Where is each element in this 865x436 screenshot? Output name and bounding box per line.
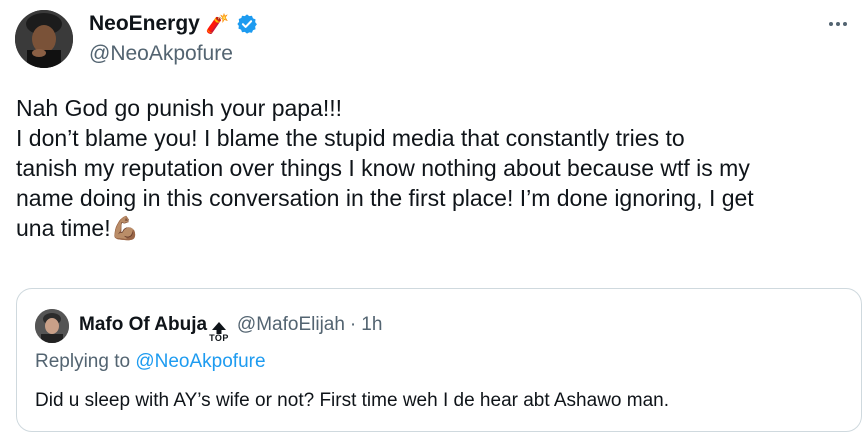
quoted-tweet-text: Did u sleep with AY’s wife or not? First… <box>35 390 669 411</box>
quoted-timestamp[interactable]: 1h <box>361 314 382 336</box>
tweet-line-text: una time! <box>16 215 111 241</box>
quoted-handle[interactable]: @MafoElijah <box>237 314 345 336</box>
author-handle[interactable]: @NeoAkpofure <box>89 42 233 66</box>
replying-prefix: Replying to <box>35 351 131 372</box>
tweet-line: una time!💪🏽 <box>16 213 861 243</box>
more-dot <box>843 22 847 26</box>
tweet-line: Nah God go punish your papa!!! <box>16 95 343 121</box>
replying-to-handle-link[interactable]: @NeoAkpofure <box>135 351 265 372</box>
more-options-icon[interactable] <box>825 14 851 34</box>
top-arrow-icon: TOP <box>209 322 229 343</box>
separator-dot: · <box>349 314 357 335</box>
tweet-line: I don’t blame you! I blame the stupid me… <box>16 125 685 151</box>
quoted-display-name[interactable]: Mafo Of Abuja <box>79 314 207 336</box>
quoted-tweet-card[interactable]: Mafo Of Abuja TOP @MafoElijah · 1h Reply… <box>16 288 862 432</box>
tweet-text: Nah God go punish your papa!!! I don’t b… <box>16 93 861 243</box>
quoted-header: Mafo Of Abuja TOP @MafoElijah · 1h <box>79 314 382 343</box>
flexed-biceps-emoji: 💪🏽 <box>110 215 140 241</box>
verified-badge-icon[interactable] <box>236 13 258 35</box>
author-display-name[interactable]: NeoEnergy <box>89 12 200 36</box>
author-avatar[interactable] <box>15 10 73 68</box>
tweet-line: tanish my reputation over things I know … <box>16 155 750 181</box>
firecracker-emoji: 🧨 <box>205 14 230 35</box>
top-badge-label: TOP <box>209 333 229 343</box>
replying-to: Replying to @NeoAkpofure <box>35 351 266 373</box>
more-dot <box>829 22 833 26</box>
author-name-row: NeoEnergy 🧨 <box>89 12 258 36</box>
quoted-author-avatar[interactable] <box>35 309 69 343</box>
tweet-line: name doing in this conversation in the f… <box>16 185 754 211</box>
more-dot <box>836 22 840 26</box>
